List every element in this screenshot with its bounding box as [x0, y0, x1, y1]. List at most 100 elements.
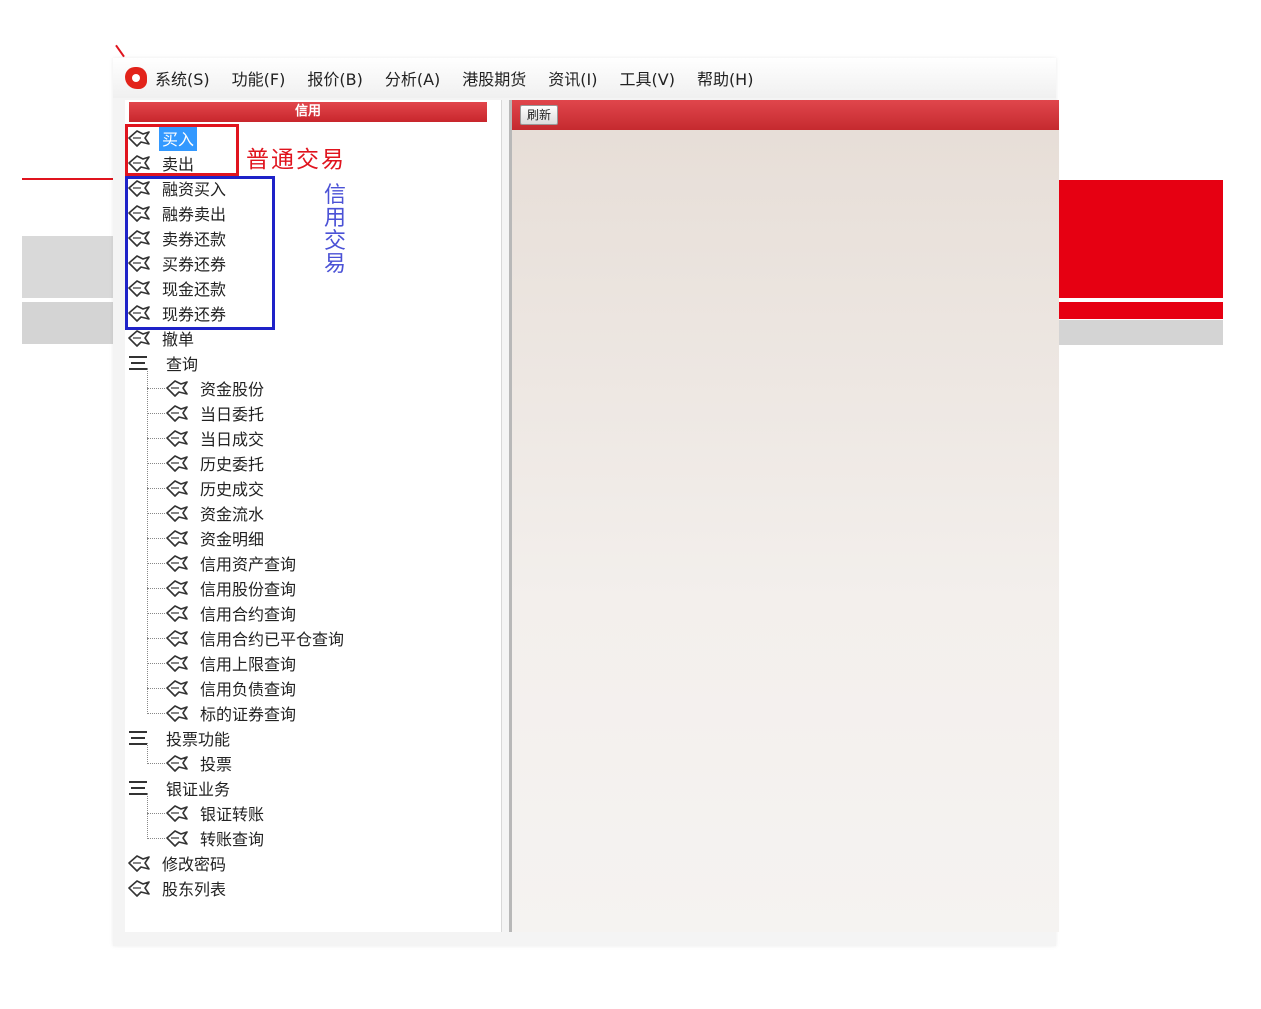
function-node-icon [165, 703, 189, 723]
tree-group[interactable]: 投票功能 [129, 726, 233, 750]
decorative-gray-band [1056, 320, 1223, 345]
function-node-icon [165, 378, 189, 398]
function-node-icon [165, 403, 189, 423]
tree-connector [147, 588, 165, 589]
menu-tools[interactable]: 工具(V) [620, 66, 675, 90]
tree-item[interactable]: 信用股份查询 [165, 576, 299, 600]
tree-item[interactable]: 当日委托 [165, 401, 267, 425]
tree-item[interactable]: 信用合约查询 [165, 601, 299, 625]
function-node-icon [165, 578, 189, 598]
function-node-icon [127, 853, 151, 873]
tree-item[interactable]: 当日成交 [165, 426, 267, 450]
function-node-icon [165, 428, 189, 448]
tree-connector [147, 368, 148, 714]
tree-group-label: 银证业务 [166, 780, 231, 799]
tree-item-label: 资金股份 [200, 380, 265, 399]
function-node-icon [165, 653, 189, 673]
tree-connector [147, 438, 165, 439]
decorative-gray-band [22, 236, 114, 298]
tree-connector [147, 563, 165, 564]
collapse-icon[interactable] [129, 781, 147, 795]
tree-connector [147, 413, 165, 414]
refresh-button[interactable]: 刷新 [520, 105, 559, 125]
tree-item[interactable]: 信用上限查询 [165, 651, 299, 675]
credit-trade-annotation: 信用交易 [323, 183, 346, 277]
tree-item[interactable]: 资金明细 [165, 526, 267, 550]
tree-item[interactable]: 银证转账 [165, 801, 267, 825]
tree-connector [147, 688, 165, 689]
tree-item-label: 信用负债查询 [200, 680, 297, 699]
tree-group-label: 投票功能 [166, 730, 231, 749]
tree-group-label: 查询 [166, 355, 199, 374]
function-node-icon [165, 803, 189, 823]
tree-item-label: 信用资产查询 [200, 555, 297, 574]
tree-item[interactable]: 投票 [165, 751, 235, 775]
tree-item[interactable]: 股东列表 [127, 876, 229, 900]
tree-connector [147, 838, 165, 839]
menu-system[interactable]: 系统(S) [155, 66, 210, 90]
tree-connector [147, 713, 165, 714]
tree-connector [147, 513, 165, 514]
tree-item-label: 转账查询 [200, 830, 265, 849]
tree-item[interactable]: 信用资产查询 [165, 551, 299, 575]
tree-item-label: 信用股份查询 [200, 580, 297, 599]
decorative-tick [115, 44, 125, 58]
tree-item-label: 投票 [200, 755, 233, 774]
function-node-icon [165, 828, 189, 848]
menu-analysis[interactable]: 分析(A) [385, 66, 440, 90]
tree-item[interactable]: 资金股份 [165, 376, 267, 400]
tree-group[interactable]: 查询 [129, 351, 201, 375]
tree-item-label: 历史委托 [200, 455, 265, 474]
tree-item[interactable]: 资金流水 [165, 501, 267, 525]
content-panel: 刷新 [509, 100, 1059, 932]
menu-function[interactable]: 功能(F) [232, 66, 286, 90]
tree-item-label: 股东列表 [162, 880, 227, 899]
menu-hk-futures[interactable]: 港股期货 [462, 66, 526, 90]
tree-item-label: 修改密码 [162, 855, 227, 874]
tree-connector [147, 663, 165, 664]
normal-trade-highlight-box [125, 124, 239, 176]
decorative-red-strip [1056, 302, 1223, 319]
tree-item[interactable]: 转账查询 [165, 826, 267, 850]
decorative-red-block [1056, 180, 1223, 298]
function-node-icon [165, 453, 189, 473]
app-logo-icon [125, 67, 147, 89]
tree-group[interactable]: 银证业务 [129, 776, 233, 800]
panel-header: 信用 [129, 102, 487, 122]
collapse-icon[interactable] [129, 356, 147, 370]
menu-help[interactable]: 帮助(H) [697, 66, 754, 90]
tree-item[interactable]: 标的证券查询 [165, 701, 299, 725]
tree-item-label: 资金明细 [200, 530, 265, 549]
tree-item[interactable]: 历史委托 [165, 451, 267, 475]
tree-item[interactable]: 信用负债查询 [165, 676, 299, 700]
decorative-gray-band [22, 302, 114, 344]
collapse-icon[interactable] [129, 731, 147, 745]
tree-item-label: 当日委托 [200, 405, 265, 424]
tree-item-label: 信用合约已平仓查询 [200, 630, 345, 649]
function-node-icon [165, 603, 189, 623]
tree-item-label: 银证转账 [200, 805, 265, 824]
tree-item-label: 信用合约查询 [200, 605, 297, 624]
function-node-icon [165, 528, 189, 548]
tree-connector [147, 793, 148, 839]
normal-trade-annotation: 普通交易 [246, 147, 346, 173]
tree-item-label: 当日成交 [200, 430, 265, 449]
function-node-icon [165, 678, 189, 698]
tree-item[interactable]: 信用合约已平仓查询 [165, 626, 347, 650]
tree-item-label: 信用上限查询 [200, 655, 297, 674]
function-node-icon [165, 628, 189, 648]
tree-connector [147, 638, 165, 639]
function-node-icon [127, 328, 151, 348]
menu-info[interactable]: 资讯(I) [548, 66, 597, 90]
function-node-icon [165, 478, 189, 498]
menu-quote[interactable]: 报价(B) [307, 66, 362, 90]
tree-connector [147, 388, 165, 389]
content-toolbar: 刷新 [512, 100, 1059, 130]
tree-item[interactable]: 历史成交 [165, 476, 267, 500]
tree-connector [147, 763, 165, 764]
function-node-icon [127, 878, 151, 898]
tree-item[interactable]: 修改密码 [127, 851, 229, 875]
function-node-icon [165, 553, 189, 573]
tree-item-label: 资金流水 [200, 505, 265, 524]
tree-item-label: 历史成交 [200, 480, 265, 499]
